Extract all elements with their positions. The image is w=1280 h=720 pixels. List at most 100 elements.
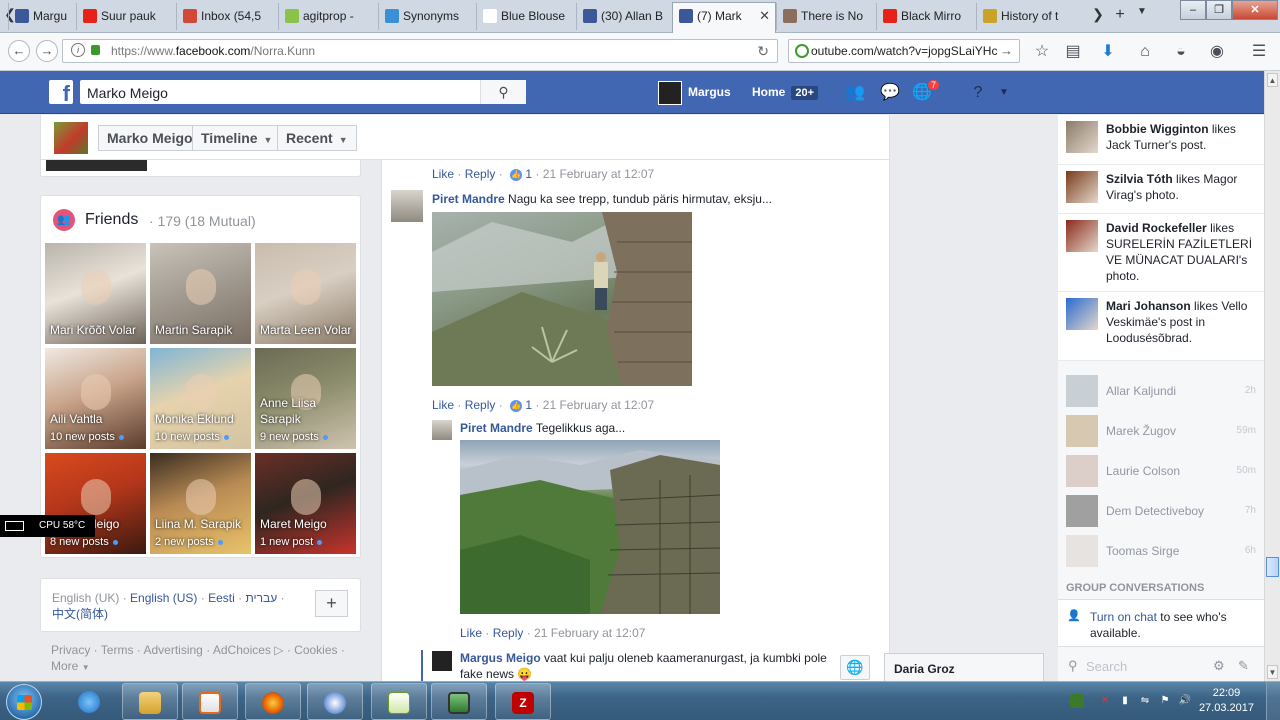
browser-tab[interactable]: agitprop - bbox=[278, 3, 378, 30]
avatar[interactable] bbox=[1066, 171, 1098, 203]
ticker-item[interactable]: Szilvia Tóth likes Magor Virag's photo. bbox=[1058, 165, 1264, 214]
tray-app-icon[interactable] bbox=[1070, 694, 1084, 708]
profile-name-button[interactable]: Marko Meigo bbox=[98, 125, 202, 151]
search-icon[interactable]: ⚲ bbox=[480, 80, 526, 104]
scroll-up-icon[interactable]: ▲ bbox=[1267, 73, 1278, 87]
friend-name[interactable]: Mari Krõõt Volar bbox=[50, 322, 136, 338]
tray-flag-icon[interactable]: ⚑ bbox=[1158, 694, 1172, 708]
reply-link[interactable]: Reply bbox=[465, 398, 496, 412]
friend-tile[interactable]: Monika Eklund 10 new posts bbox=[150, 348, 251, 449]
friend-tile[interactable]: Marko Meigo8 new posts bbox=[45, 453, 146, 554]
avatar[interactable] bbox=[432, 420, 452, 440]
friend-new-posts[interactable]: 10 new posts bbox=[155, 431, 229, 443]
friend-new-posts[interactable]: 8 new posts bbox=[50, 536, 118, 548]
messages-icon[interactable]: 💬 bbox=[880, 84, 900, 102]
downloads-icon[interactable]: ⬇ bbox=[1097, 41, 1119, 63]
friend-tile[interactable]: Maret Meigo 1 new post bbox=[255, 453, 356, 554]
friend-name[interactable]: Marta Leen Volar bbox=[260, 322, 351, 338]
friend-tile[interactable]: Marta Leen Volar bbox=[255, 243, 356, 344]
taskbar-media-button[interactable] bbox=[182, 683, 238, 720]
avatar[interactable] bbox=[1066, 220, 1098, 252]
avatar[interactable] bbox=[432, 651, 452, 671]
friend-tile[interactable]: Aili Vahtla 10 new posts bbox=[45, 348, 146, 449]
footer-link-adchoices[interactable]: AdChoices bbox=[213, 643, 271, 657]
tray-usb-icon[interactable]: ⇋ bbox=[1138, 694, 1152, 708]
bookmarks-list-icon[interactable]: ▤ bbox=[1062, 41, 1084, 63]
language-link[interactable]: 中文(简体) bbox=[52, 607, 108, 621]
tray-device-icon[interactable]: ▮ bbox=[1118, 694, 1132, 708]
scrollbar-thumb[interactable] bbox=[1266, 557, 1279, 577]
taskbar-firefox-button[interactable] bbox=[245, 683, 301, 720]
ticker-item[interactable]: Bobbie Wigginton likes Jack Turner's pos… bbox=[1058, 115, 1264, 165]
footer-link-advertising[interactable]: Advertising bbox=[143, 643, 202, 657]
reply-link[interactable]: Reply bbox=[465, 167, 496, 181]
footer-link-privacy[interactable]: Privacy bbox=[51, 643, 90, 657]
taskbar-monitor-button[interactable] bbox=[431, 683, 487, 720]
like-link[interactable]: Like bbox=[460, 626, 482, 640]
reply-author[interactable]: Piret Mandre bbox=[460, 421, 533, 435]
language-link[interactable]: English (US) bbox=[130, 591, 197, 605]
taskbar-app-button[interactable] bbox=[307, 683, 363, 720]
facebook-search-input[interactable]: Marko Meigo ⚲ bbox=[80, 80, 526, 104]
start-button[interactable] bbox=[6, 684, 42, 720]
show-desktop-button[interactable] bbox=[1266, 682, 1280, 720]
chat-contact[interactable]: Dem Detectiveboy 7h bbox=[1058, 491, 1264, 531]
minimize-button[interactable]: ‒ bbox=[1180, 0, 1206, 20]
browser-tab[interactable]: Blue Blouse bbox=[476, 3, 576, 30]
footer-link-more[interactable]: More bbox=[51, 659, 78, 673]
volume-icon[interactable]: 🔊 bbox=[1178, 694, 1192, 708]
back-button[interactable]: ← bbox=[8, 40, 30, 62]
browser-tab[interactable]: Inbox (54,5 bbox=[176, 3, 278, 30]
avatar[interactable] bbox=[1066, 298, 1098, 330]
site-info-icon[interactable]: i bbox=[71, 43, 85, 57]
taskbar-explorer-button[interactable] bbox=[122, 683, 178, 720]
friends-title[interactable]: Friends bbox=[85, 211, 138, 229]
language-link[interactable]: עברית bbox=[245, 591, 277, 605]
browser-tab[interactable]: History of t bbox=[976, 3, 1080, 30]
ticker-actor[interactable]: Mari Johanson bbox=[1106, 299, 1191, 313]
turn-on-chat-link[interactable]: Turn on chat bbox=[1090, 610, 1157, 624]
friend-name[interactable]: Aili Vahtla bbox=[50, 411, 102, 427]
taskbar-clock[interactable]: 22:09 27.03.2017 bbox=[1199, 686, 1254, 716]
taskbar-ie-button[interactable] bbox=[62, 683, 118, 720]
ticker-actor[interactable]: David Rockefeller bbox=[1106, 221, 1207, 235]
facebook-logo-icon[interactable]: f bbox=[49, 80, 73, 104]
friend-name[interactable]: Anne Liisa Sarapik bbox=[260, 395, 356, 427]
recent-button[interactable]: Recent ▼ bbox=[277, 125, 357, 151]
tray-network-icon[interactable]: ✕ bbox=[1098, 694, 1112, 708]
home-icon[interactable]: ⌂ bbox=[1134, 41, 1156, 63]
search-go-icon[interactable]: → bbox=[1000, 43, 1013, 58]
ticker-item[interactable]: David Rockefeller likes SURELERİN FAZİLE… bbox=[1058, 214, 1264, 292]
forward-button[interactable]: → bbox=[36, 40, 58, 62]
chat-contact[interactable]: Allar Kaljundi 2h bbox=[1058, 371, 1264, 411]
new-tab-button[interactable]: + bbox=[1112, 6, 1128, 24]
friend-name[interactable]: Maret Meigo bbox=[260, 516, 327, 532]
language-link[interactable]: Eesti bbox=[208, 591, 235, 605]
taskbar-notepad-button[interactable] bbox=[371, 683, 427, 720]
like-count[interactable]: 1 bbox=[525, 167, 532, 181]
url-bar[interactable]: i https://www.facebook.com/Norra.Kunn ↻ bbox=[62, 39, 778, 63]
comment-time[interactable]: 21 February at 12:07 bbox=[543, 167, 654, 181]
profile-thumbnail[interactable] bbox=[54, 122, 88, 154]
friend-requests-icon[interactable]: 👥 bbox=[845, 84, 865, 102]
new-message-icon[interactable]: ✎ bbox=[1238, 658, 1249, 674]
tab-scroll-right-icon[interactable]: ❯ bbox=[1090, 6, 1106, 23]
browser-tab[interactable]: Black Mirro bbox=[876, 3, 976, 30]
comment-photo-stairs[interactable] bbox=[432, 212, 692, 386]
list-all-tabs-icon[interactable]: ▼ bbox=[1134, 6, 1150, 17]
ticker-actor[interactable]: Bobbie Wigginton bbox=[1106, 122, 1209, 136]
close-window-button[interactable]: ✕ bbox=[1232, 0, 1278, 20]
friend-new-posts[interactable]: 1 new post bbox=[260, 536, 323, 548]
chat-contact[interactable]: Toomas Sirge 6h bbox=[1058, 531, 1264, 571]
reply-link[interactable]: Reply bbox=[493, 626, 524, 640]
friend-tile[interactable]: Liina M. Sarapik 2 new posts bbox=[150, 453, 251, 554]
browser-tab[interactable]: Synonyms bbox=[378, 3, 476, 30]
friend-name[interactable]: Liina M. Sarapik bbox=[155, 516, 241, 532]
like-link[interactable]: Like bbox=[432, 167, 454, 181]
browser-tab[interactable]: (30) Allan B bbox=[576, 3, 672, 30]
quick-help-icon[interactable]: ? bbox=[968, 84, 988, 102]
browser-search-input[interactable]: outube.com/watch?v=jopgSLaiYHc → bbox=[788, 39, 1020, 63]
reload-icon[interactable]: ↻ bbox=[757, 43, 769, 60]
friend-new-posts[interactable]: 9 new posts bbox=[260, 431, 328, 443]
ticker-actor[interactable]: Szilvia Tóth bbox=[1106, 172, 1173, 186]
